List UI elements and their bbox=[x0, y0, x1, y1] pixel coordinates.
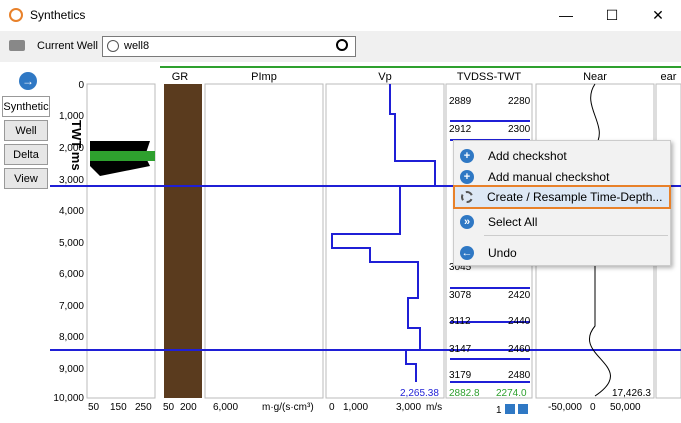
window-title: Synthetics bbox=[30, 8, 86, 22]
twt-axis-tick: 50 bbox=[88, 402, 100, 413]
tvdss-depth: 3179 bbox=[449, 370, 472, 381]
near-readout: 17,426.3 bbox=[612, 388, 651, 399]
near-axis-tick: -50,000 bbox=[548, 402, 582, 413]
tvdss-time: 2420 bbox=[508, 290, 531, 301]
vp-axis-tick: 3,000 bbox=[396, 402, 422, 413]
twt-axis-tick: 250 bbox=[135, 402, 152, 413]
tvdss-depth: 2912 bbox=[449, 124, 472, 135]
close-button[interactable]: ✕ bbox=[635, 0, 681, 31]
depth-tick: 9,000 bbox=[58, 364, 84, 375]
depth-tick: 8,000 bbox=[58, 332, 84, 343]
menu-item-add-checkshot[interactable]: + Add checkshot bbox=[454, 145, 670, 167]
pimp-axis-unit: m·g/(s·cm³) bbox=[262, 402, 314, 413]
tvdss-depth: 3147 bbox=[449, 344, 472, 355]
double-chevron-icon: » bbox=[460, 215, 474, 229]
near-axis-tick: 50,000 bbox=[610, 402, 641, 413]
title-bar: Synthetics — ☐ ✕ bbox=[0, 0, 681, 31]
vp-readout: 2,265.38 bbox=[400, 388, 439, 399]
current-well-label: Current Well bbox=[37, 40, 98, 52]
track-header-gr: GR bbox=[171, 71, 189, 83]
tvdss-bottom-time: 2274.0 bbox=[496, 388, 527, 399]
add-icon: + bbox=[460, 149, 474, 163]
depth-tick: 1,000 bbox=[58, 111, 84, 122]
tvdss-bottom-depth: 2882.8 bbox=[449, 388, 480, 399]
tvdss-depth: 3112 bbox=[449, 316, 471, 327]
depth-tick: 7,000 bbox=[58, 301, 84, 312]
search-icon[interactable] bbox=[336, 39, 348, 51]
page-number: 1 bbox=[496, 405, 502, 416]
tab-delta[interactable]: Delta bbox=[4, 144, 48, 165]
depth-tick: 10,000 bbox=[53, 393, 84, 404]
scroll-down-icon[interactable] bbox=[518, 404, 528, 414]
track-header-far: ear bbox=[660, 71, 677, 83]
nav-arrow-icon[interactable]: → bbox=[19, 72, 37, 90]
camera-icon[interactable] bbox=[9, 40, 25, 51]
tvdss-time: 2280 bbox=[508, 96, 531, 107]
depth-tick: 4,000 bbox=[58, 206, 84, 217]
tab-view[interactable]: View bbox=[4, 168, 48, 189]
well-value: well8 bbox=[124, 40, 150, 52]
vp-axis-tick: 0 bbox=[329, 402, 335, 413]
menu-item-create-resample-time-depth[interactable]: Create / Resample Time-Depth... bbox=[453, 185, 671, 209]
depth-tick: 2,000 bbox=[58, 143, 84, 154]
well-search-field[interactable]: well8 bbox=[102, 36, 356, 57]
track-header-near: Near bbox=[583, 71, 607, 83]
track-header-tvdss: TVDSS-TWT bbox=[456, 71, 522, 83]
near-axis-tick: 0 bbox=[590, 402, 596, 413]
depth-tick: 0 bbox=[78, 80, 84, 91]
tab-well[interactable]: Well bbox=[4, 120, 48, 141]
depth-tick: 6,000 bbox=[58, 269, 84, 280]
maximize-button[interactable]: ☐ bbox=[589, 0, 635, 31]
tvdss-depth: 3078 bbox=[449, 290, 472, 301]
add-icon: + bbox=[460, 170, 474, 184]
app-icon bbox=[9, 8, 23, 22]
track-header-vp: Vp bbox=[378, 71, 392, 83]
gr-axis-tick: 200 bbox=[180, 402, 197, 413]
track-header-pimp: PImp bbox=[251, 71, 277, 83]
gr-axis-tick: 50 bbox=[163, 402, 175, 413]
pimp-axis-tick: 6,000 bbox=[213, 402, 239, 413]
vp-axis-tick: 1,000 bbox=[343, 402, 369, 413]
scroll-up-icon[interactable] bbox=[505, 404, 515, 414]
tvdss-time: 2300 bbox=[508, 124, 531, 135]
tvdss-time: 2440 bbox=[508, 316, 531, 327]
vp-axis-unit: m/s bbox=[426, 402, 443, 413]
menu-item-undo[interactable]: ← Undo bbox=[454, 242, 670, 264]
depth-tick: 3,000 bbox=[58, 175, 84, 186]
tvdss-depth: 2889 bbox=[449, 96, 472, 107]
twt-axis-tick: 150 bbox=[110, 402, 127, 413]
tvdss-time: 2460 bbox=[508, 344, 531, 355]
undo-icon: ← bbox=[460, 246, 474, 260]
menu-divider bbox=[484, 235, 668, 236]
menu-item-select-all[interactable]: » Select All bbox=[454, 211, 670, 233]
resample-icon bbox=[461, 191, 473, 203]
well-radio-icon bbox=[107, 40, 119, 52]
depth-tick: 5,000 bbox=[58, 238, 84, 249]
minimize-button[interactable]: — bbox=[543, 0, 589, 31]
tvdss-time: 2480 bbox=[508, 370, 531, 381]
tab-synthetic[interactable]: Synthetic bbox=[2, 96, 50, 117]
